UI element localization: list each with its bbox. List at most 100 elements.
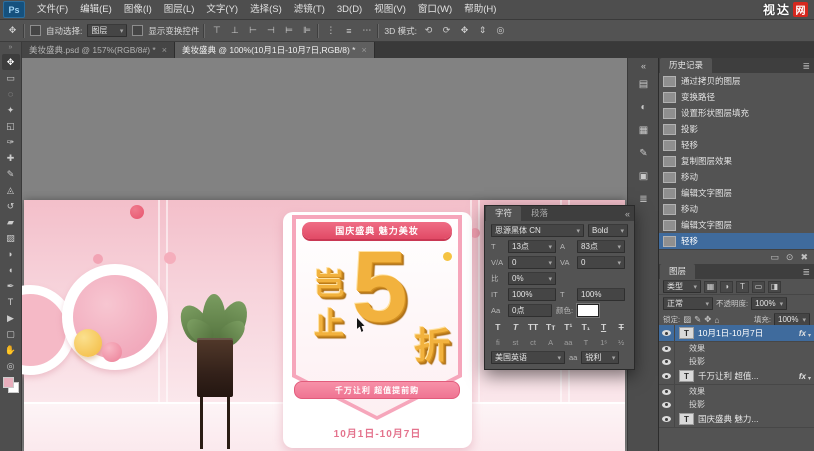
align-right-button[interactable]: ⊣ (264, 23, 277, 38)
text-color-swatch[interactable] (577, 304, 600, 317)
contextual-alternates-button[interactable]: st (509, 336, 523, 348)
swash-button[interactable]: A (544, 336, 558, 348)
menu-help[interactable]: 帮助(H) (458, 0, 502, 19)
font-style-dropdown[interactable]: Bold (588, 224, 628, 237)
layer-effect-row[interactable]: 投影 (659, 398, 814, 411)
history-step[interactable]: 编辑文字图层 (659, 217, 814, 233)
document-tab-1[interactable]: 美妆盛典.psd @ 157%(RGB/8#) * × (22, 42, 175, 58)
titling-alternates-button[interactable]: T (579, 336, 593, 348)
tool-brush[interactable]: ✎ (2, 166, 20, 182)
menu-image[interactable]: 图像(I) (118, 0, 158, 19)
adjustments-panel-icon[interactable]: ◐ (632, 96, 656, 119)
new-doc-from-state-icon[interactable]: ▭ (770, 252, 779, 263)
ordinals-button[interactable]: 1ˢ (597, 336, 611, 348)
text-layer-thumbnail[interactable]: T (679, 370, 694, 382)
menu-select[interactable]: 选择(S) (244, 0, 288, 19)
tool-shape[interactable]: ▢ (2, 326, 20, 342)
menu-layer[interactable]: 图层(L) (158, 0, 201, 19)
3d-rotate-button[interactable]: ⟲ (422, 23, 435, 38)
clone-source-panel-icon[interactable]: ▣ (632, 165, 656, 188)
new-snapshot-icon[interactable]: ⊙ (786, 252, 794, 263)
menu-view[interactable]: 视图(V) (368, 0, 412, 19)
visibility-cell[interactable] (659, 411, 675, 427)
menu-file[interactable]: 文件(F) (31, 0, 74, 19)
close-icon[interactable]: × (362, 45, 367, 55)
align-bottom-button[interactable]: ⊫ (300, 23, 313, 38)
text-layer-thumbnail[interactable]: T (679, 327, 694, 339)
eye-icon[interactable] (662, 401, 671, 408)
tool-eraser[interactable]: ▰ (2, 214, 20, 230)
visibility-cell[interactable] (659, 325, 675, 341)
tool-eyedropper[interactable]: ✑ (2, 134, 20, 150)
3d-slide-button[interactable]: ⇕ (476, 23, 489, 38)
layer-row-selected[interactable]: T 10月1日-10月7日 fx (659, 325, 814, 342)
eye-icon[interactable] (662, 416, 671, 422)
tab-paragraph[interactable]: 段落 (522, 206, 557, 221)
align-left-button[interactable]: ⊢ (246, 23, 259, 38)
leading-field[interactable]: 83点 (577, 240, 625, 253)
language-dropdown[interactable]: 美国英语 (491, 351, 565, 364)
foreground-color[interactable] (2, 377, 14, 388)
brush-panel-icon[interactable]: ✎ (632, 142, 656, 165)
history-step[interactable]: 移动 (659, 201, 814, 217)
eye-icon[interactable] (662, 345, 671, 352)
history-step[interactable]: 编辑文字图层 (659, 185, 814, 201)
layer-name[interactable]: 千万让利 超值... (698, 370, 797, 382)
tool-healing-brush[interactable]: ✚ (2, 150, 20, 166)
tool-marquee[interactable]: ▭ (2, 70, 20, 86)
kerning-field[interactable]: 0 (508, 256, 556, 269)
tab-history[interactable]: 历史记录 (660, 58, 713, 73)
tool-history-brush[interactable]: ↺ (2, 198, 20, 214)
visibility-cell[interactable] (659, 342, 675, 355)
menu-filter[interactable]: 滤镜(T) (288, 0, 331, 19)
layer-row[interactable]: T 千万让利 超值... fx (659, 368, 814, 385)
fx-collapse-icon[interactable] (808, 367, 814, 385)
antialias-dropdown[interactable]: 锐利 (581, 351, 620, 364)
eye-icon[interactable] (662, 388, 671, 395)
tool-crop[interactable]: ◱ (2, 118, 20, 134)
move-tool-preset-icon[interactable]: ✥ (6, 23, 19, 38)
tool-blur[interactable]: ◗ (2, 246, 20, 262)
tool-clone-stamp[interactable]: ◬ (2, 182, 20, 198)
baseline-shift-field[interactable]: 0点 (508, 304, 552, 317)
align-top-button[interactable]: ⊤ (210, 23, 223, 38)
vertical-scale-field[interactable]: 100% (508, 288, 556, 301)
tool-quick-select[interactable]: ✦ (2, 102, 20, 118)
tab-character[interactable]: 字符 (486, 206, 522, 221)
layer-effect-row[interactable]: 效果 (659, 385, 814, 398)
filter-pixel-icon[interactable]: ▦ (704, 280, 717, 293)
fractions-button[interactable]: ½ (614, 336, 628, 348)
font-size-field[interactable]: 13点 (508, 240, 556, 253)
visibility-cell[interactable] (659, 368, 675, 384)
menu-window[interactable]: 窗口(W) (412, 0, 458, 19)
distribute-center-button[interactable]: ≡ (342, 23, 355, 38)
fx-badge[interactable]: fx (799, 329, 806, 338)
history-step[interactable]: 移动 (659, 169, 814, 185)
panel-menu-icon[interactable]: ≣ (802, 60, 810, 73)
tab-layers[interactable]: 图层 (660, 264, 696, 279)
eye-icon[interactable] (662, 358, 671, 365)
layer-effect-row[interactable]: 效果 (659, 342, 814, 355)
toolbar-grip[interactable]: » (9, 44, 13, 54)
strikethrough-button[interactable]: T (614, 320, 628, 333)
visibility-cell[interactable] (659, 385, 675, 398)
tool-move[interactable]: ✥ (1, 54, 20, 70)
superscript-button[interactable]: T¹ (562, 320, 576, 333)
tool-zoom[interactable]: ◎ (2, 358, 20, 374)
eye-icon[interactable] (662, 373, 671, 379)
document-tab-2[interactable]: 美妆盛典 @ 100%(10月1日-10月7日,RGB/8) * × (175, 42, 375, 58)
faux-italic-button[interactable]: T (509, 320, 523, 333)
styles-panel-icon[interactable]: ▦ (632, 119, 656, 142)
layer-row[interactable]: T 国庆盛典 魅力... (659, 411, 814, 428)
3d-drag-button[interactable]: ✥ (458, 23, 471, 38)
distribute-horizontal-button[interactable]: ⋯ (360, 23, 373, 38)
3d-roll-button[interactable]: ⟳ (440, 23, 453, 38)
tool-path-select[interactable]: ▶ (2, 310, 20, 326)
auto-select-dropdown[interactable]: 图层 (87, 24, 128, 37)
discretionary-ligatures-button[interactable]: ct (526, 336, 540, 348)
ligatures-button[interactable]: ﬁ (491, 336, 505, 348)
filter-adjustment-icon[interactable]: ◑ (720, 280, 733, 293)
history-step[interactable]: 投影 (659, 121, 814, 137)
text-layer-thumbnail[interactable]: T (679, 413, 694, 425)
align-middle-button[interactable]: ⊥ (228, 23, 241, 38)
